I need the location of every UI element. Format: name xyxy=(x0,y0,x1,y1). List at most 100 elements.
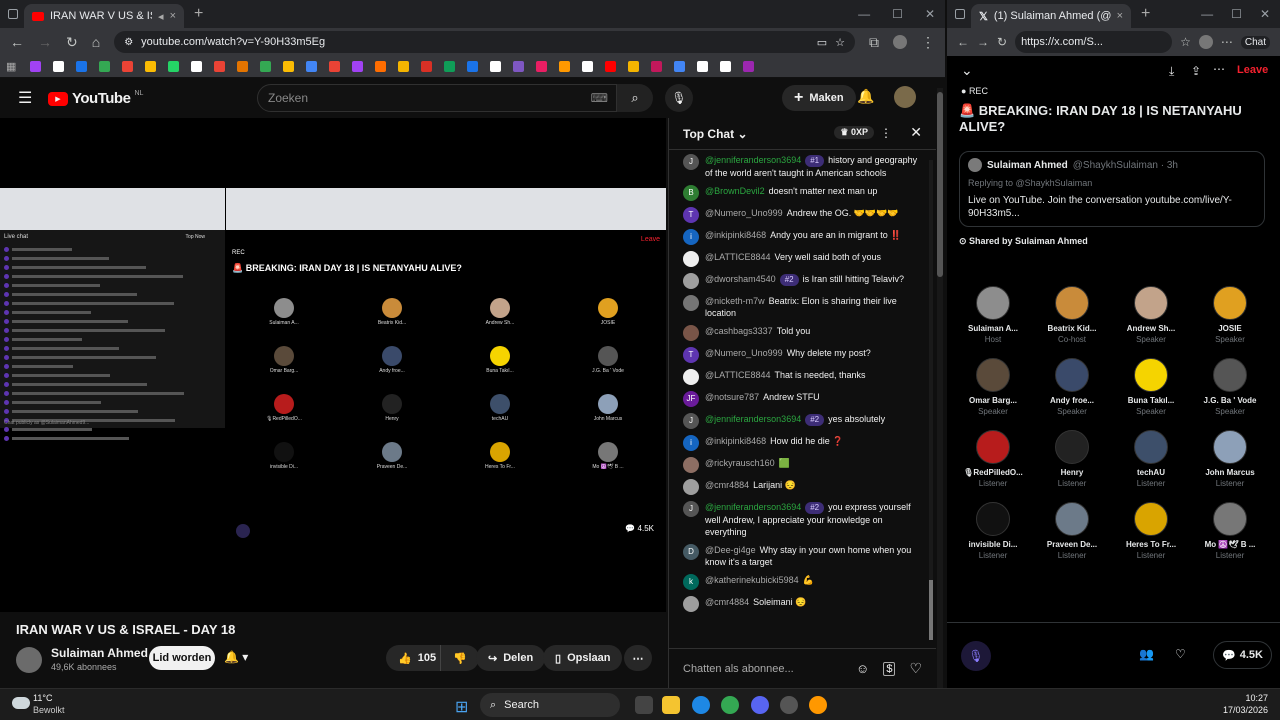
chat-username[interactable]: @LATTICE8844 xyxy=(705,370,771,380)
search-input[interactable]: Zoeken xyxy=(268,91,591,105)
discord-icon[interactable] xyxy=(751,696,769,714)
chat-message[interactable]: J @jenniferanderson3694 #2 you express your… xyxy=(669,501,928,538)
chat-username[interactable]: @rickyrausch160 xyxy=(705,458,775,468)
address-bar[interactable]: ⚙ youtube.com/watch?v=Y-90H33m5Eg ▭ ☆ xyxy=(114,31,855,53)
chat-username[interactable]: @nicketh-m7w xyxy=(705,296,765,306)
chat-avatar[interactable] xyxy=(683,251,699,267)
copilot-chat-button[interactable]: Chat xyxy=(1240,35,1270,49)
right-menu-icon[interactable]: ⋯ xyxy=(1221,35,1233,49)
chat-username[interactable]: @notsure787 xyxy=(705,392,759,402)
top-chat-dropdown[interactable]: Top Chat ⌄ xyxy=(683,127,748,141)
right-address-bar[interactable]: https://x.com/S... xyxy=(1015,31,1173,53)
reactions-icon[interactable]: ♡ xyxy=(1175,647,1186,661)
chat-avatar[interactable]: J xyxy=(683,154,699,170)
page-scrollbar[interactable] xyxy=(937,88,943,688)
bookmark-icon[interactable] xyxy=(352,61,364,72)
speaker-tile[interactable]: 🎙RedPilledO... Listener xyxy=(953,430,1033,488)
keyboard-icon[interactable]: ⌨ xyxy=(591,91,608,105)
obs-icon[interactable] xyxy=(780,696,798,714)
chat-avatar[interactable]: J xyxy=(683,501,699,517)
super-chat-icon[interactable]: $ xyxy=(883,661,896,676)
bookmark-icon[interactable] xyxy=(260,61,272,72)
chat-username[interactable]: @Dee-gi4ge xyxy=(705,545,756,555)
right-star-icon[interactable]: ☆ xyxy=(1180,35,1191,49)
home-icon[interactable]: ⌂ xyxy=(92,34,100,50)
chat-username[interactable]: @dworsham4540 xyxy=(705,274,776,284)
close-window-icon[interactable]: ✕ xyxy=(925,7,935,21)
bookmark-star-icon[interactable]: ☆ xyxy=(835,36,845,49)
chat-avatar[interactable]: i xyxy=(683,435,699,451)
bookmark-icon[interactable] xyxy=(168,61,180,72)
bookmark-icon[interactable] xyxy=(30,61,42,72)
bookmark-icon[interactable] xyxy=(559,61,571,72)
task-view-icon[interactable] xyxy=(635,696,653,714)
microphone-button[interactable]: 🎙 xyxy=(665,84,693,112)
tab-search-icon[interactable] xyxy=(8,9,18,19)
chat-username[interactable]: @cmr4884 xyxy=(705,480,749,490)
bookmark-icon[interactable] xyxy=(743,61,755,72)
forward-icon[interactable]: → xyxy=(38,34,52,50)
share-button[interactable]: ↪ Delen xyxy=(476,645,546,671)
chat-avatar[interactable] xyxy=(683,479,699,495)
right-tab-search-icon[interactable] xyxy=(955,9,965,19)
chat-username[interactable]: @jenniferanderson3694 xyxy=(705,155,801,165)
chat-message[interactable]: @cmr4884 Larijani 😔 xyxy=(669,479,928,495)
close-tab-icon[interactable]: × xyxy=(170,10,176,22)
chat-message[interactable]: @dworsham4540 #2 is Iran still hitting Tel… xyxy=(669,273,928,289)
chat-message[interactable]: @cashbags3337 Told you xyxy=(669,325,928,341)
account-avatar[interactable] xyxy=(894,86,916,108)
search-box[interactable]: Zoeken ⌨ xyxy=(257,84,617,112)
bookmark-icon[interactable] xyxy=(237,61,249,72)
site-info-icon[interactable]: ⚙ xyxy=(124,37,133,48)
chat-avatar[interactable]: J xyxy=(683,413,699,429)
right-maximize-icon[interactable]: ☐ xyxy=(1231,7,1242,21)
file-explorer-icon[interactable] xyxy=(662,696,680,714)
chat-message[interactable]: D @Dee-gi4ge Why stay in your own home whe… xyxy=(669,544,928,568)
weather-temp[interactable]: 11°C xyxy=(33,693,52,703)
speaker-tile[interactable]: invisible Di... Listener xyxy=(953,502,1033,560)
chat-message[interactable]: i @inkipinki8468 How did he die ❓ xyxy=(669,435,928,451)
chat-username[interactable]: @Numero_Uno999 xyxy=(705,208,783,218)
reload-icon[interactable]: ↻ xyxy=(66,34,78,51)
bookmark-icon[interactable] xyxy=(513,61,525,72)
speaker-tile[interactable]: Henry Listener xyxy=(1032,430,1112,488)
chat-more-icon[interactable]: ⋮ xyxy=(880,126,892,140)
bookmark-icon[interactable] xyxy=(628,61,640,72)
bookmark-icon[interactable] xyxy=(122,61,134,72)
bookmark-icon[interactable] xyxy=(375,61,387,72)
leave-button[interactable]: Leave xyxy=(1237,64,1268,76)
edge-icon[interactable] xyxy=(692,696,710,714)
speaker-tile[interactable]: Praveen De... Listener xyxy=(1032,502,1112,560)
chat-scrollbar[interactable] xyxy=(929,160,933,640)
bookmark-icon[interactable] xyxy=(444,61,456,72)
chat-username[interactable]: @LATTICE8844 xyxy=(705,252,771,262)
bookmark-icon[interactable] xyxy=(191,61,203,72)
chat-avatar[interactable] xyxy=(683,325,699,341)
collapse-chevron-icon[interactable]: ⌄ xyxy=(961,62,973,79)
speaker-tile[interactable]: Sulaiman A... Host xyxy=(953,286,1033,344)
chat-avatar[interactable] xyxy=(683,369,699,385)
chat-avatar[interactable]: JF xyxy=(683,391,699,407)
bookmark-icon[interactable] xyxy=(421,61,433,72)
people-icon[interactable]: 👥 xyxy=(1139,647,1154,661)
menu-icon[interactable]: ⋮ xyxy=(921,34,935,51)
right-new-tab-button[interactable]: + xyxy=(1141,5,1150,23)
chat-avatar[interactable]: T xyxy=(683,347,699,363)
bookmark-icon[interactable] xyxy=(582,61,594,72)
speaker-tile[interactable]: techAU Listener xyxy=(1111,430,1191,488)
bookmark-icon[interactable] xyxy=(651,61,663,72)
speaker-tile[interactable]: Omar Barg... Speaker xyxy=(953,358,1033,416)
tab-youtube[interactable]: IRAN WAR V US & ISRAEL ◂ × xyxy=(24,4,184,28)
bookmark-icon[interactable] xyxy=(306,61,318,72)
bookmark-icon[interactable] xyxy=(720,61,732,72)
youtube-logo[interactable]: ▶ YouTube NL xyxy=(48,90,143,107)
start-button-icon[interactable]: ⊞ xyxy=(455,697,468,717)
bookmark-icon[interactable] xyxy=(76,61,88,72)
chat-message[interactable]: T @Numero_Uno999 Why delete my post? xyxy=(669,347,928,363)
bookmark-icon[interactable] xyxy=(674,61,686,72)
maximize-icon[interactable]: ☐ xyxy=(892,7,903,21)
chat-message[interactable]: i @inkipinki8468 Andy you are an in migran… xyxy=(669,229,928,245)
chat-username[interactable]: @inkipinki8468 xyxy=(705,436,766,446)
chat-username[interactable]: @cashbags3337 xyxy=(705,326,773,336)
chat-message[interactable]: T @Numero_Uno999 Andrew the OG. 🤝🤝🤝🤝 xyxy=(669,207,928,223)
